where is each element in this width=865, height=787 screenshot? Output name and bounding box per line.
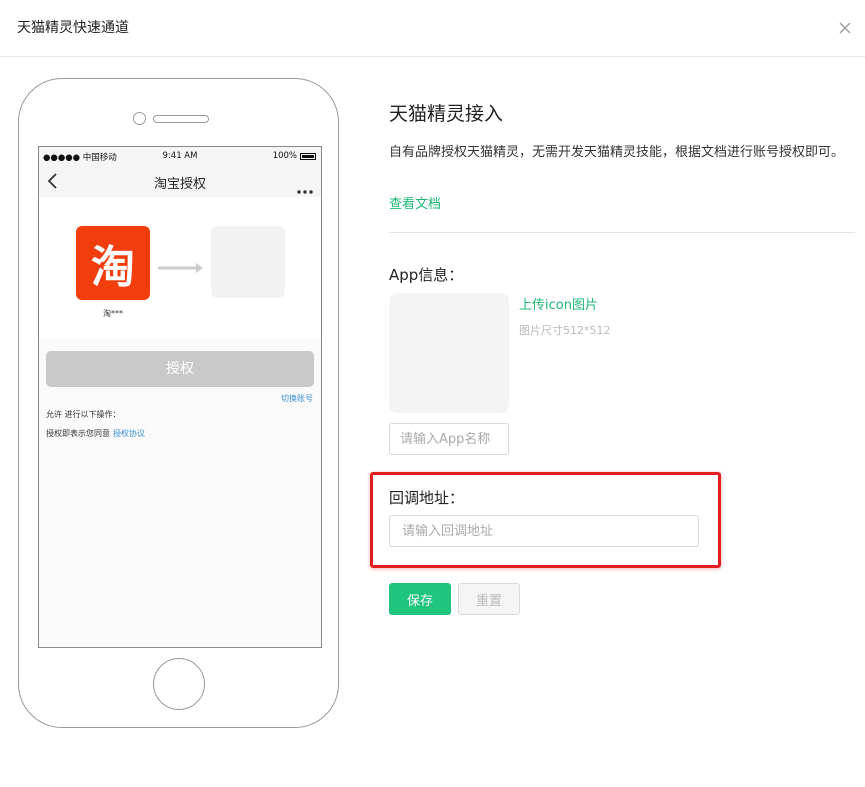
reset-button[interactable]: 重置 [458, 583, 520, 615]
taobao-logo: 淘 [76, 226, 150, 300]
taobao-logo-char: 淘 [91, 242, 135, 293]
phone-navbar: 淘宝授权 [39, 165, 321, 197]
upload-icon-link[interactable]: 上传icon图片 [519, 294, 598, 313]
speaker-slot [153, 115, 209, 123]
modal-header: 天猫精灵快速通道 [0, 0, 865, 57]
agreement-link[interactable]: 授权协议 [113, 429, 145, 438]
battery-status: 100% [273, 151, 316, 161]
app-name-input[interactable] [389, 423, 509, 455]
agreement-text: 授权即表示您同意 授权协议 [46, 428, 145, 439]
arrow-right-icon [156, 259, 204, 273]
permissions-text: 允许 进行以下操作： [46, 410, 121, 419]
view-docs-link[interactable]: 查看文档 [389, 193, 441, 212]
panel-title: 天猫精灵接入 [389, 103, 504, 125]
icon-size-hint: 图片尺寸512*512 [519, 324, 611, 337]
camera-dot [133, 112, 146, 125]
battery-icon [300, 152, 316, 160]
target-app-placeholder [211, 226, 285, 298]
app-icon-placeholder[interactable] [389, 293, 509, 413]
authorize-button[interactable]: 授权 [46, 351, 314, 387]
callback-url-input[interactable] [389, 515, 699, 547]
phone-mockup: ●●●●● 中国移动 9:41 AM 100% 淘宝授权 淘 淘*** 授权 切… [18, 78, 339, 728]
home-button [153, 658, 205, 710]
close-icon[interactable] [837, 20, 853, 36]
panel-description: 自有品牌授权天猫精灵，无需开发天猫精灵技能，根据文档进行账号授权即可。 [389, 145, 845, 160]
more-dots-icon[interactable] [297, 179, 313, 194]
phone-screen: ●●●●● 中国移动 9:41 AM 100% 淘宝授权 淘 淘*** 授权 切… [38, 146, 322, 648]
app-caption: 淘*** [103, 309, 123, 318]
divider [389, 232, 855, 233]
status-bar: ●●●●● 中国移动 9:41 AM 100% [39, 147, 321, 165]
auth-area: 淘 淘*** [39, 197, 321, 339]
phone-nav-title: 淘宝授权 [153, 177, 206, 192]
save-button[interactable]: 保存 [389, 583, 451, 615]
agreement-prefix: 授权即表示您同意 [46, 429, 110, 438]
app-info-label: App信息： [389, 266, 464, 284]
callback-label: 回调地址： [389, 489, 465, 507]
switch-account-link[interactable]: 切换账号 [281, 393, 313, 404]
modal-title: 天猫精灵快速通道 [17, 20, 129, 36]
battery-percent: 100% [272, 151, 297, 161]
